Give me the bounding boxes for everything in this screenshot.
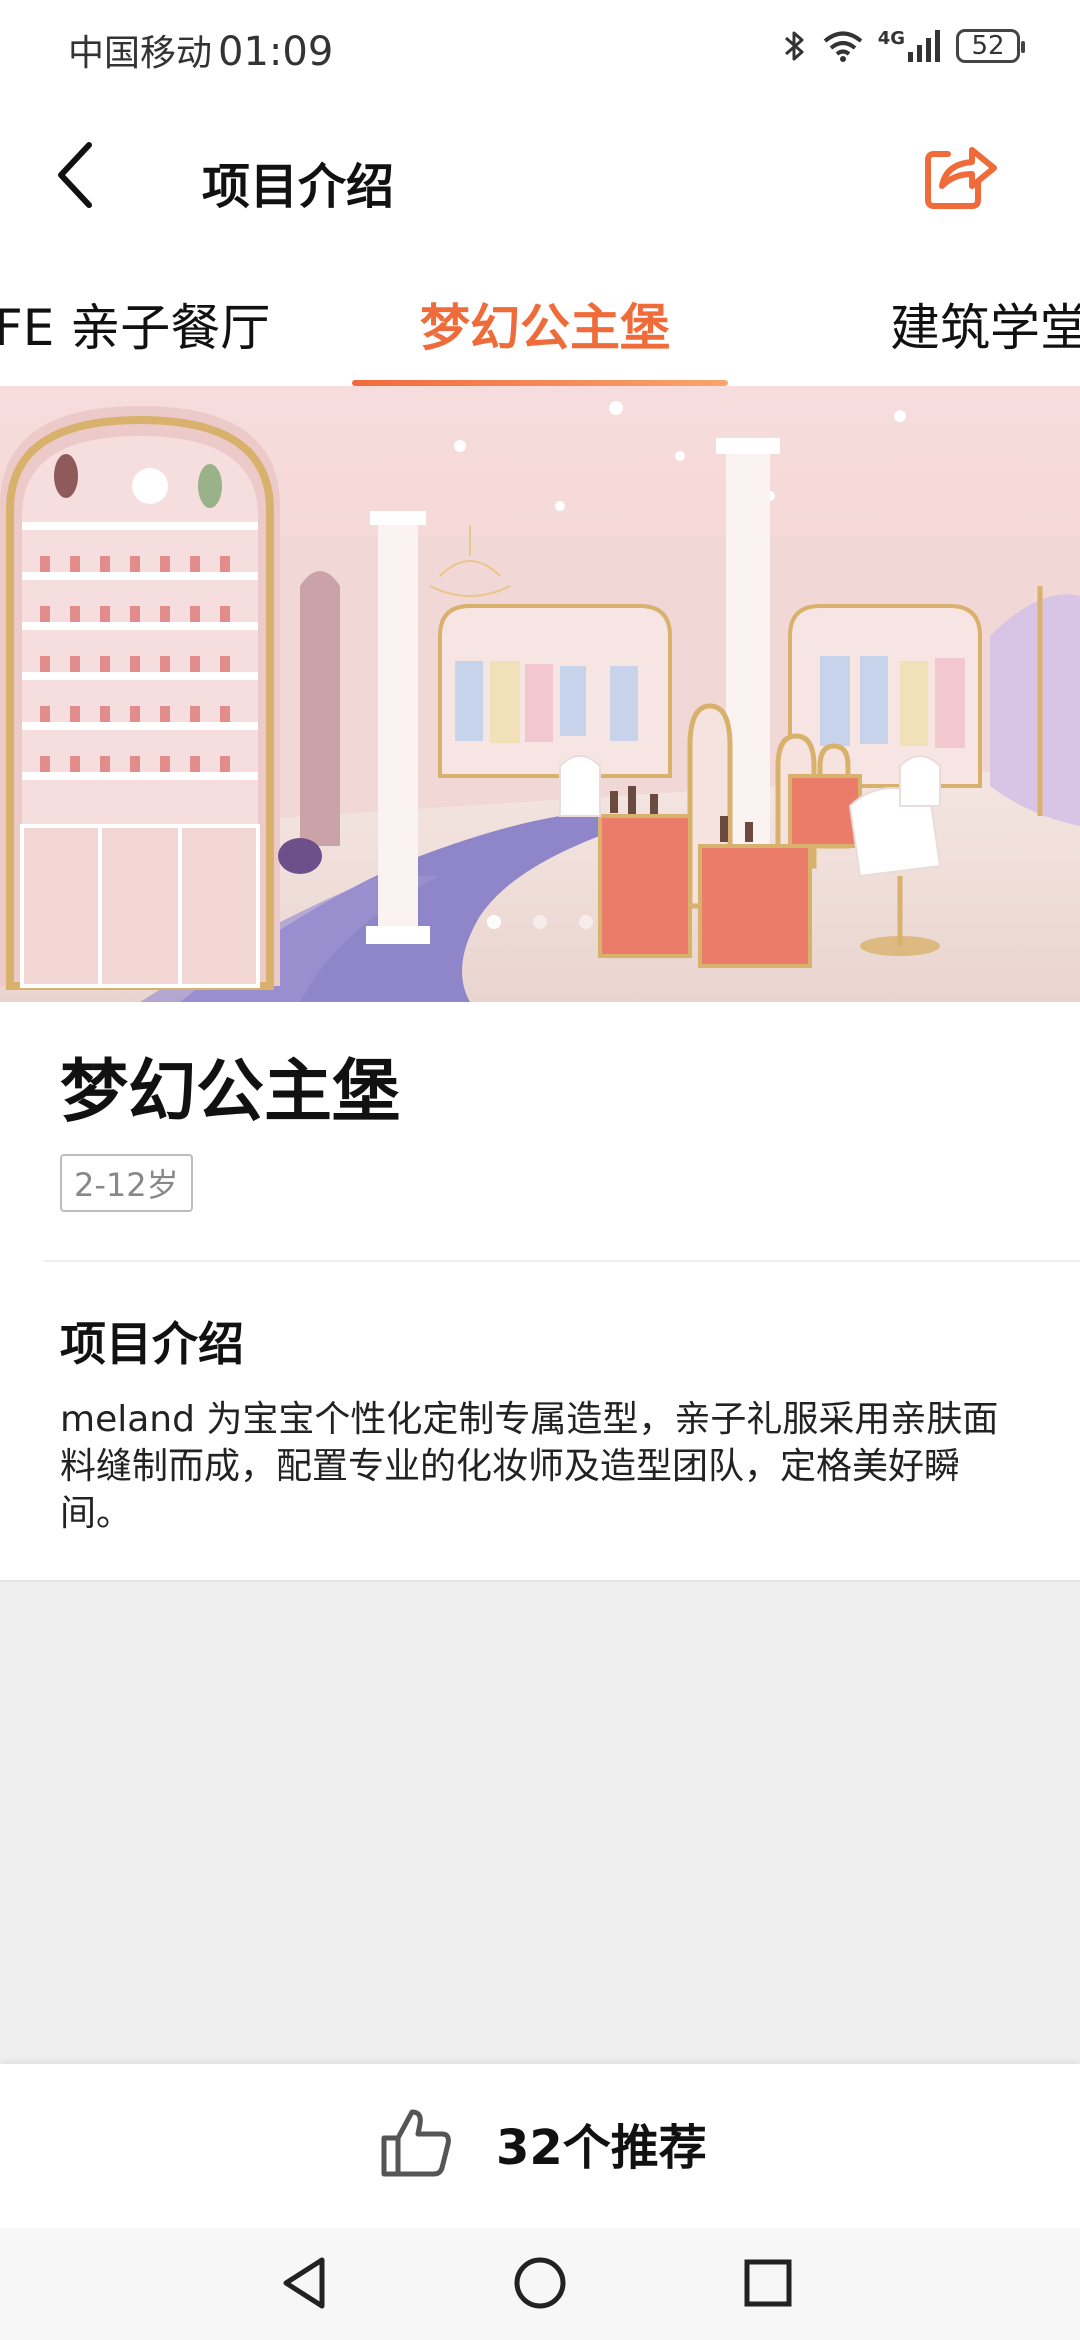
page-title: 项目介绍 (202, 159, 395, 215)
recommend-button[interactable]: 32个推荐 (378, 2104, 707, 2182)
network-type: 4G (878, 30, 942, 62)
network-label: 4G (877, 28, 905, 49)
item-title: 梦幻公主堡 (60, 1053, 401, 1132)
recent-square-icon[interactable] (733, 2248, 803, 2318)
carousel-dot[interactable] (533, 915, 547, 929)
intro-heading: 项目介绍 (60, 1317, 244, 1371)
hero-image (0, 386, 1080, 1002)
tab-architecture[interactable]: 建筑学堂 (890, 288, 1080, 360)
carousel-dot[interactable] (579, 915, 593, 929)
clock: 01:09 (218, 29, 334, 75)
signal-icon (908, 30, 940, 62)
empty-area (0, 1580, 1080, 2066)
tab-bar: FE 亲子餐厅 梦幻公主堡 建筑学堂 (0, 260, 1080, 388)
nav-bar: 项目介绍 (0, 100, 1080, 250)
carousel-dot[interactable] (487, 915, 501, 929)
system-nav-bar (0, 2228, 1080, 2340)
battery-level: 52 (971, 31, 1005, 61)
age-badge: 2-12岁 (60, 1154, 193, 1212)
divider (44, 1260, 1080, 1262)
share-icon (925, 147, 997, 209)
share-button[interactable] (920, 134, 1000, 214)
wifi-icon (823, 31, 862, 62)
home-circle-icon[interactable] (505, 2248, 575, 2318)
tab-restaurant[interactable]: FE 亲子餐厅 (0, 288, 270, 360)
carrier-name: 中国移动 (68, 33, 213, 74)
age-badge-label: 2-12岁 (74, 1166, 179, 1204)
recommend-count: 32个推荐 (496, 2120, 707, 2176)
intro-body: meland 为宝宝个性化定制专属造型，亲子礼服采用亲肤面料缝制而成，配置专业的… (60, 1399, 999, 1534)
back-button[interactable] (40, 130, 110, 220)
status-icons: 4G 52 (782, 28, 1025, 64)
battery-icon: 52 (956, 29, 1025, 63)
bottom-bar: 32个推荐 (0, 2064, 1080, 2228)
back-triangle-icon[interactable] (272, 2248, 342, 2318)
thumbs-up-icon (381, 2109, 451, 2177)
bluetooth-icon (784, 31, 804, 61)
hero-carousel[interactable] (0, 386, 1080, 1002)
status-left: 中国移动 01:09 (68, 24, 333, 76)
tab-princess-castle[interactable]: 梦幻公主堡 (420, 288, 670, 360)
chevron-left-icon (58, 142, 92, 208)
status-bar: 中国移动 01:09 4G 52 (0, 0, 1080, 100)
